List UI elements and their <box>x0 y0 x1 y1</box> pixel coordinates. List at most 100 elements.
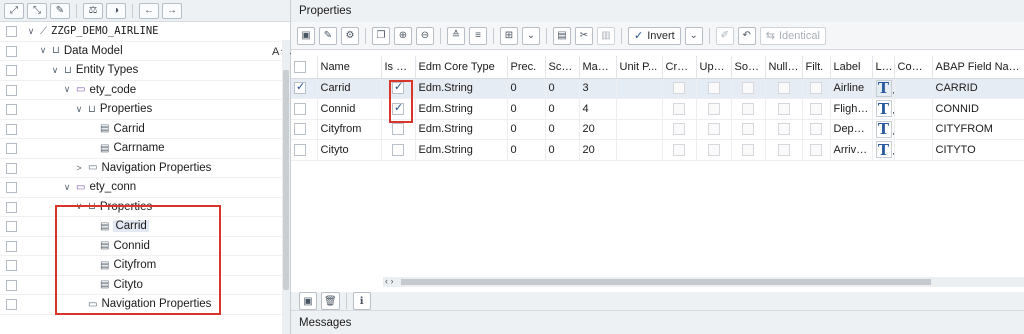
precision-cell[interactable]: 0 <box>507 119 546 140</box>
tree-row-checkbox[interactable] <box>6 84 17 96</box>
label-cell[interactable]: Arrival... <box>830 139 873 161</box>
chevron-right-icon[interactable]: > <box>74 163 84 173</box>
creatable-cell[interactable] <box>662 119 697 140</box>
tree-row-checkbox[interactable] <box>6 260 17 271</box>
creatable-checkbox[interactable] <box>673 123 685 136</box>
column-header[interactable]: Scale <box>545 56 580 79</box>
complex-type-cell[interactable] <box>894 98 933 120</box>
forward-icon[interactable]: → <box>162 2 182 19</box>
edm-type-cell[interactable]: Edm.String <box>415 98 508 120</box>
sortable-checkbox[interactable] <box>742 82 754 95</box>
updatable-cell[interactable] <box>696 139 732 161</box>
collapse-icon[interactable]: ⤡ <box>27 2 47 19</box>
tree-node[interactable]: ∨ ⊔ Data Model <box>0 42 282 61</box>
nullable-checkbox[interactable] <box>777 82 790 95</box>
filterable-cell[interactable] <box>802 98 831 120</box>
name-cell[interactable]: Cityfrom <box>317 119 382 140</box>
scale-cell[interactable]: 0 <box>545 98 580 120</box>
scale-cell[interactable]: 0 <box>545 139 580 161</box>
complex-type-cell[interactable] <box>894 119 933 140</box>
creatable-cell[interactable] <box>662 139 697 161</box>
column-header[interactable]: La... <box>872 56 895 79</box>
filterable-cell[interactable] <box>802 119 831 140</box>
compare-icon[interactable]: ⚖ <box>83 2 103 19</box>
name-cell[interactable]: Connid <box>317 98 382 120</box>
abap-field-cell[interactable]: CITYFROM <box>932 119 1024 140</box>
precision-cell[interactable]: 0 <box>507 139 546 161</box>
nullable-checkbox[interactable] <box>777 123 790 136</box>
row-checkbox[interactable] <box>294 123 306 136</box>
tree-row-checkbox[interactable] <box>6 162 17 174</box>
filterable-cell[interactable] <box>802 78 831 99</box>
column-header[interactable]: Comp... <box>894 56 933 79</box>
delete-icon[interactable]: 🗑 <box>321 292 340 310</box>
label-type-cell[interactable]: T <box>872 98 895 120</box>
sortable-cell[interactable] <box>731 98 766 120</box>
edit-pen-icon[interactable]: ✐ <box>715 26 734 45</box>
unit-property-cell[interactable] <box>616 98 663 120</box>
expand-icon[interactable]: ⤢ <box>4 2 24 19</box>
details-icon[interactable]: ▣ <box>297 26 315 45</box>
column-header[interactable]: Upda... <box>696 56 732 79</box>
identical-button[interactable]: ⇆ Identical <box>759 26 826 45</box>
chevron-down-icon[interactable]: ∨ <box>62 84 72 95</box>
nullable-cell[interactable] <box>765 98 803 120</box>
label-type-cell[interactable]: T <box>872 139 895 161</box>
text-type-icon[interactable]: T <box>875 100 892 118</box>
sortable-cell[interactable] <box>731 119 766 140</box>
column-header[interactable]: Unit P... <box>616 56 663 79</box>
chevron-down-icon[interactable]: ∨ <box>74 104 84 115</box>
layout-icon[interactable]: ⊞ <box>500 26 518 45</box>
table-row[interactable]: Cityto Edm.String 0 0 20 Arrival... T CITYTO <box>291 139 1024 161</box>
nullable-cell[interactable] <box>765 78 803 99</box>
creatable-cell[interactable] <box>662 98 697 120</box>
text-type-icon[interactable]: T <box>875 141 892 159</box>
sortable-cell[interactable] <box>731 139 766 161</box>
settings-icon[interactable]: ◑ <box>106 2 126 19</box>
column-header[interactable] <box>291 56 318 79</box>
label-cell[interactable]: Flight ... <box>830 98 873 120</box>
filterable-checkbox[interactable] <box>810 82 822 95</box>
change-icon[interactable]: ⚙ <box>341 26 359 45</box>
column-header[interactable]: Edm Core Type <box>415 56 508 79</box>
complex-type-cell[interactable] <box>894 78 933 99</box>
column-header[interactable]: Filt. <box>802 56 831 79</box>
column-header[interactable]: Is Key <box>381 56 416 79</box>
tree-row-checkbox[interactable] <box>6 240 17 252</box>
row-selector[interactable] <box>291 139 318 161</box>
scrollbar-thumb[interactable] <box>401 279 931 285</box>
scale-cell[interactable]: 0 <box>545 78 580 99</box>
horizontal-scrollbar[interactable] <box>383 277 1024 287</box>
text-type-icon[interactable]: T <box>875 120 892 138</box>
updatable-cell[interactable] <box>696 98 732 120</box>
tree-row-checkbox[interactable] <box>6 143 17 154</box>
creatable-checkbox[interactable] <box>673 102 685 115</box>
row-checkbox[interactable] <box>294 143 306 156</box>
add-icon[interactable]: ⊕ <box>394 26 412 45</box>
paste-icon[interactable]: ▥ <box>597 26 615 45</box>
details-icon[interactable]: ▣ <box>299 292 317 310</box>
filterable-cell[interactable] <box>802 139 831 161</box>
tree-row-checkbox[interactable] <box>6 104 17 115</box>
tree-node[interactable]: ∨ ⊔ Properties <box>0 100 282 120</box>
tree-row-checkbox[interactable] <box>6 299 17 310</box>
tree-row-checkbox[interactable] <box>6 123 17 135</box>
sortable-checkbox[interactable] <box>742 102 754 115</box>
tree-row-checkbox[interactable] <box>6 45 17 57</box>
filterable-checkbox[interactable] <box>810 143 822 156</box>
filter-icon[interactable]: ≡ <box>469 26 487 45</box>
creatable-cell[interactable] <box>662 78 697 99</box>
precision-cell[interactable]: 0 <box>507 78 546 99</box>
cut-icon[interactable]: ✂ <box>575 26 593 45</box>
tree-node[interactable]: ∨ ⊔ Entity Types <box>0 61 282 81</box>
info-icon[interactable]: ℹ <box>352 292 371 310</box>
scale-cell[interactable]: 0 <box>545 119 580 140</box>
sortable-checkbox[interactable] <box>742 123 754 136</box>
max-length-cell[interactable]: 20 <box>579 139 617 161</box>
is-key-checkbox[interactable] <box>392 123 404 136</box>
label-cell[interactable]: Depar... <box>830 119 873 140</box>
max-length-cell[interactable]: 20 <box>579 119 617 140</box>
creatable-checkbox[interactable] <box>673 143 685 156</box>
nullable-checkbox[interactable] <box>777 102 790 115</box>
updatable-cell[interactable] <box>696 78 732 99</box>
